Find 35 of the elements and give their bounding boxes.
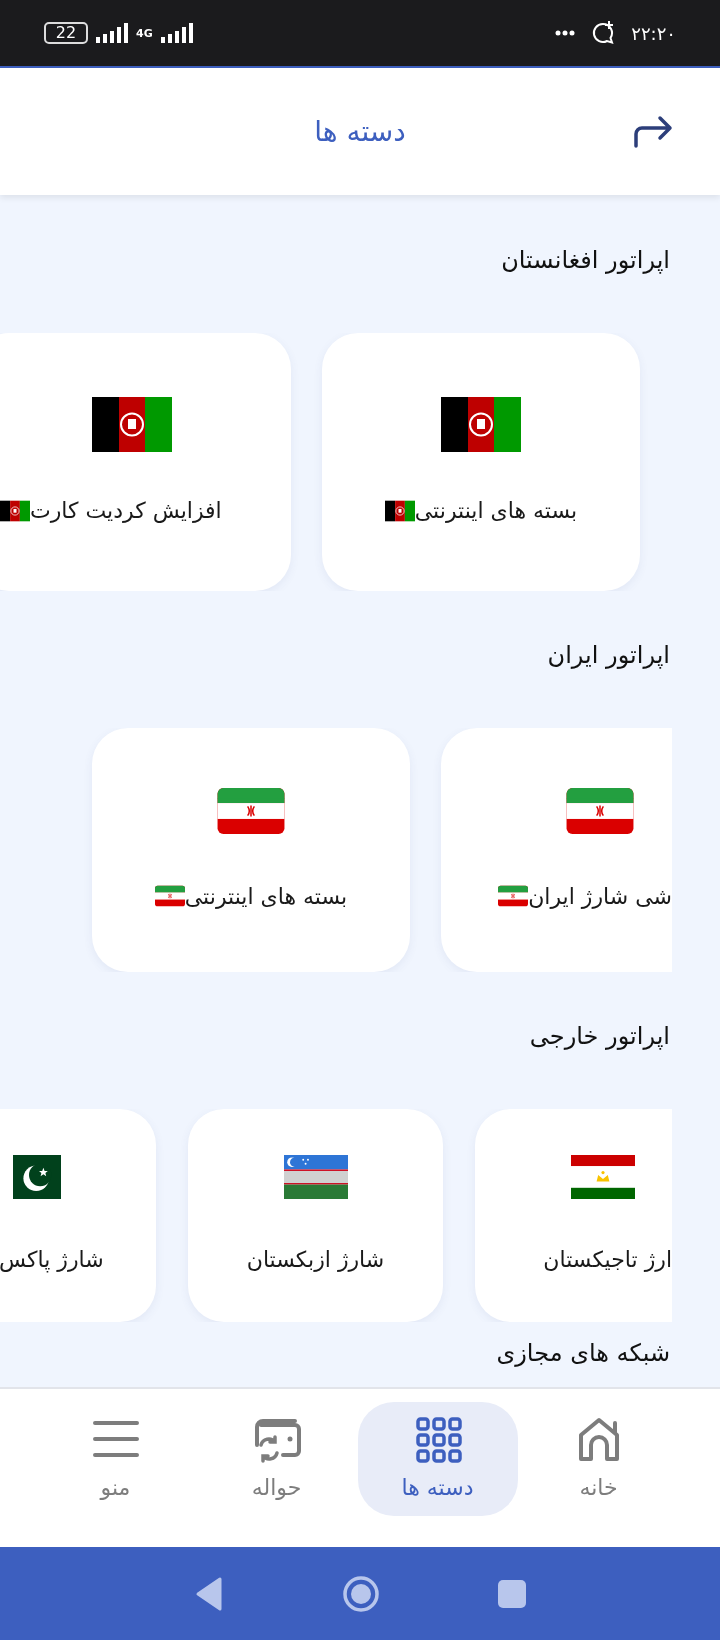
category-card[interactable]: افزایش کردیت کارت <box>0 333 291 591</box>
nav-tab[interactable]: منو <box>35 1402 196 1516</box>
category-card[interactable]: بسته های اینترنتی <box>92 728 410 972</box>
home-button-icon <box>342 1574 380 1613</box>
chat-icon <box>591 21 616 45</box>
section-heading: اپراتور افغانستان <box>500 245 670 276</box>
battery-icon: 22 <box>44 22 88 44</box>
nav-tab[interactable]: خانه <box>518 1402 679 1516</box>
network-type: 4G <box>136 27 153 39</box>
section-heading: اپراتور خارجی <box>528 1021 670 1052</box>
card-label: ارژ تاجیکستان <box>543 1246 672 1274</box>
flag-icon <box>92 397 172 452</box>
page-title: دسته ها <box>314 113 406 150</box>
card-label: شارژ پاکس <box>0 1246 104 1275</box>
category-card[interactable]: شارژ ازبکستان <box>188 1109 443 1322</box>
section-heading: اپراتور ایران <box>546 640 670 671</box>
card-label: بسته های اینترنتی <box>184 882 348 911</box>
card-label: بسته های اینترنتی <box>414 497 578 525</box>
section-heading: شبکه های مجازی <box>495 1338 670 1369</box>
clock-time: ۲۲:۲۰ <box>631 21 676 46</box>
nav-tab[interactable]: دسته ها <box>357 1402 518 1516</box>
card-label: افزایش کردیت کارت <box>30 497 222 525</box>
category-card[interactable]: شی شارژ ایران <box>441 728 672 972</box>
flag-icon <box>441 397 521 452</box>
card-label: شی شارژ ایران <box>528 882 672 911</box>
signal-icon <box>96 23 128 43</box>
category-card[interactable]: بسته های اینترنتی <box>322 333 640 591</box>
category-card[interactable]: ارژ تاجیکستان <box>475 1109 672 1322</box>
grid-icon <box>413 1414 462 1463</box>
recents-icon <box>498 1579 526 1608</box>
category-card[interactable]: شارژ پاکس <box>0 1109 156 1322</box>
signal-icon <box>160 23 193 43</box>
nav-tab[interactable]: حواله <box>196 1402 357 1516</box>
card-label: شارژ ازبکستان <box>246 1246 385 1274</box>
more-icon <box>555 30 576 36</box>
